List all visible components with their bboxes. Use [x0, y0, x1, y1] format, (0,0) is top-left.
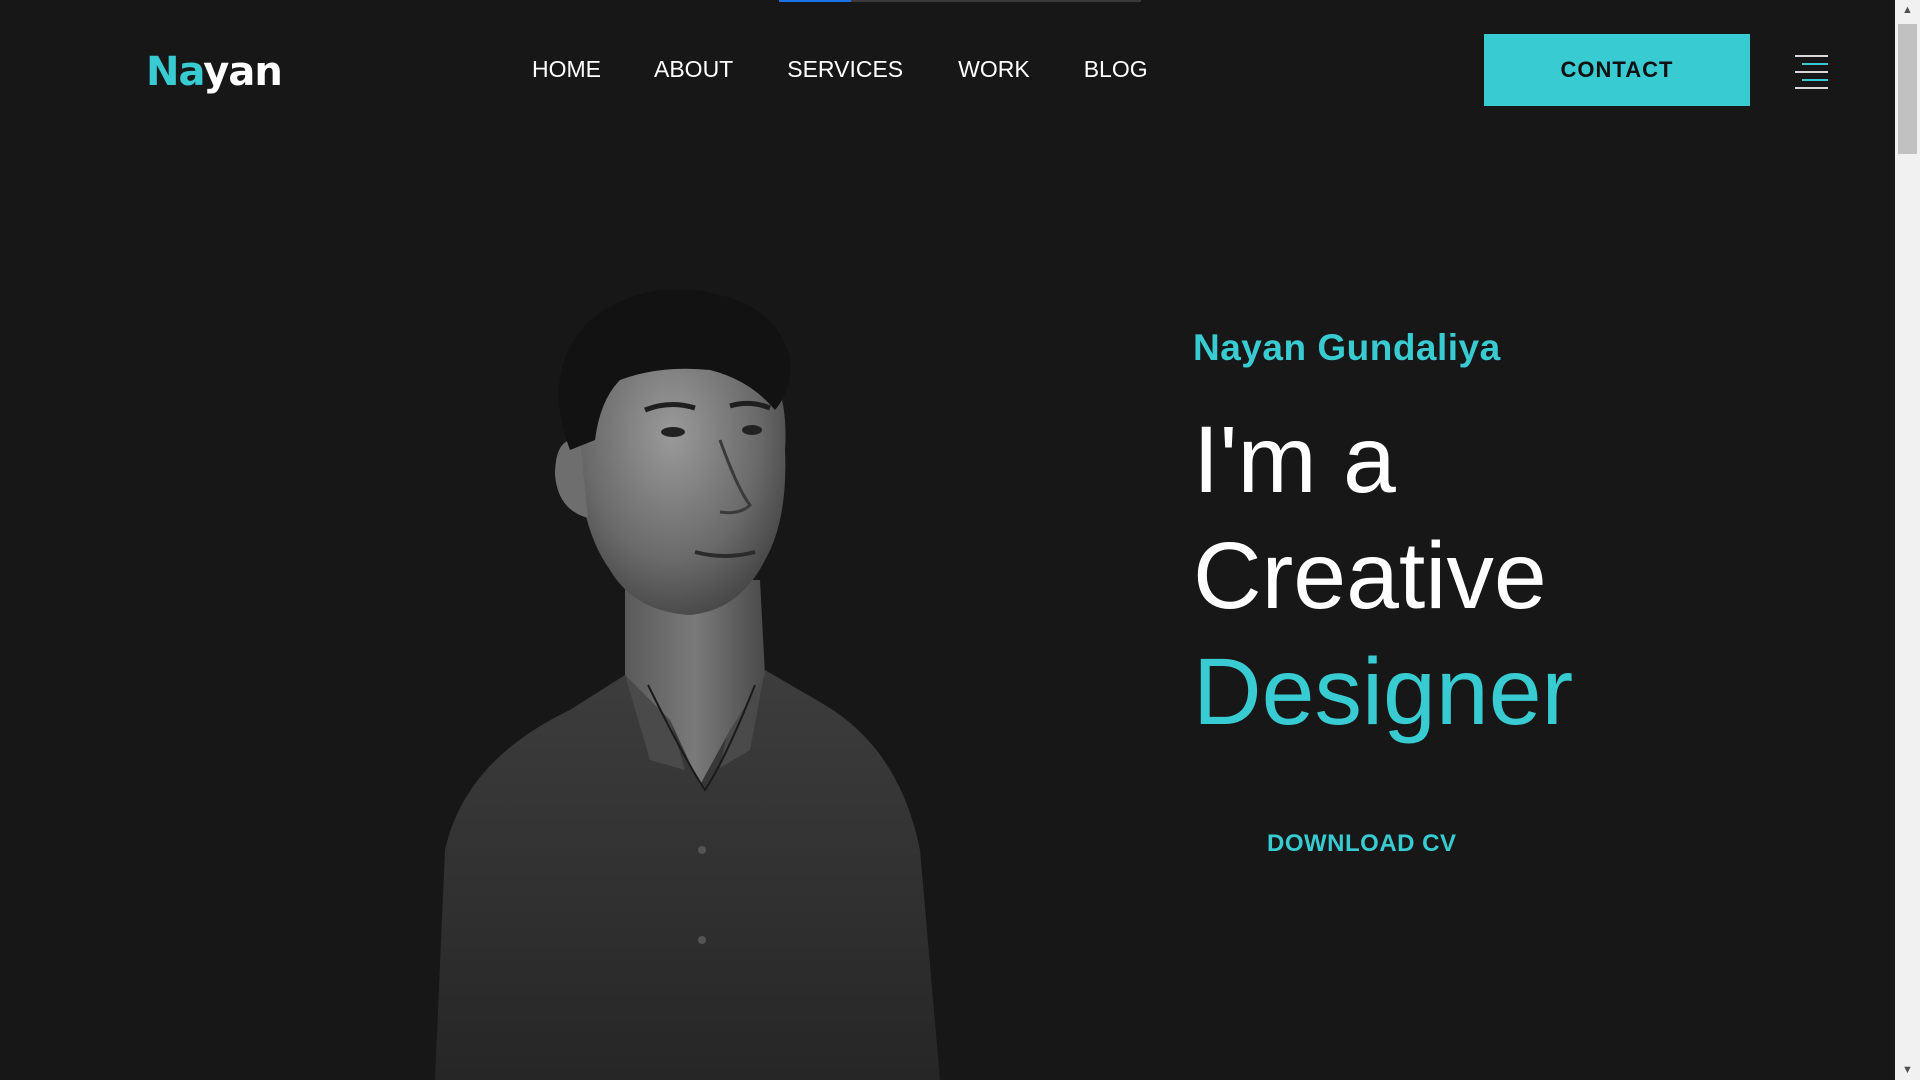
scroll-down-arrow-icon[interactable]: ▼ — [1895, 1060, 1920, 1080]
main-nav: HOME ABOUT SERVICES WORK BLOG — [532, 55, 1148, 83]
page-scrollbar[interactable]: ▲ ▼ — [1895, 0, 1920, 1080]
contact-button[interactable]: CONTACT — [1484, 34, 1750, 106]
site-header: Nayan HOME ABOUT SERVICES WORK BLOG CONT… — [0, 0, 1895, 140]
logo-text-rest: yan — [203, 49, 283, 95]
hero-heading-line-1: I'm a — [1193, 407, 1396, 513]
hero-text-block: Nayan Gundaliya I'm a Creative Designer — [1193, 318, 1873, 750]
scroll-up-arrow-icon[interactable]: ▲ — [1895, 0, 1920, 20]
nav-item-services[interactable]: SERVICES — [787, 55, 903, 83]
site-logo[interactable]: Nayan — [146, 48, 283, 96]
portrait-photo — [435, 290, 940, 1080]
logo-letter-n: N — [146, 49, 179, 95]
hamburger-menu-icon[interactable] — [1795, 53, 1828, 89]
nav-item-blog[interactable]: BLOG — [1084, 55, 1148, 83]
download-cv-link[interactable]: DOWNLOAD CV — [1267, 830, 1456, 858]
hero-heading-line-3: Designer — [1193, 639, 1574, 745]
nav-item-home[interactable]: HOME — [532, 55, 601, 83]
hero-name: Nayan Gundaliya — [1193, 327, 1501, 368]
scrollbar-thumb[interactable] — [1898, 24, 1917, 154]
hero-heading-line-2: Creative — [1193, 523, 1547, 629]
nav-item-work[interactable]: WORK — [958, 55, 1030, 83]
nav-item-about[interactable]: ABOUT — [654, 55, 733, 83]
logo-letter-a: a — [178, 49, 204, 95]
